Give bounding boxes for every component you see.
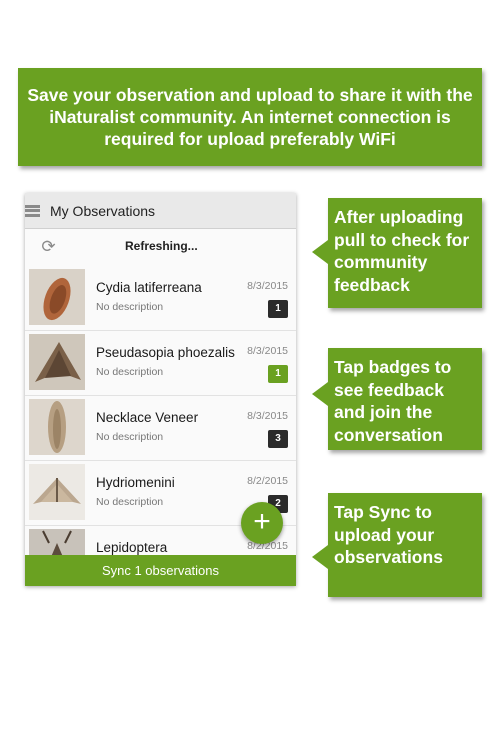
callout-pointer: [312, 382, 328, 406]
observation-name: Necklace Veneer: [96, 410, 199, 425]
callout-pull-to-refresh: After uploading pull to check for commun…: [312, 198, 482, 308]
intro-banner: Save your observation and upload to shar…: [18, 68, 482, 166]
callout-sync: Tap Sync to upload your observations: [312, 493, 482, 597]
observation-row[interactable]: Pseudasopia phoezalis No description 8/3…: [25, 331, 296, 396]
callout-pointer: [312, 240, 328, 264]
callout-text: Tap Sync to upload your observations: [334, 502, 443, 567]
feedback-badge[interactable]: 3: [268, 430, 288, 448]
refresh-icon: ⟳: [41, 237, 56, 256]
callout-text: After uploading pull to check for commun…: [334, 207, 470, 295]
observation-date: 8/2/2015: [247, 475, 288, 487]
observation-description: No description: [96, 366, 164, 378]
observation-date: 8/3/2015: [247, 410, 288, 422]
observation-row[interactable]: Necklace Veneer No description 8/3/2015 …: [25, 396, 296, 461]
feedback-badge[interactable]: 1: [268, 365, 288, 383]
sync-button[interactable]: Sync 1 observations: [25, 555, 296, 586]
observation-date: 8/3/2015: [247, 345, 288, 357]
observation-description: No description: [96, 301, 164, 313]
callout-badges: Tap badges to see feedback and join the …: [312, 348, 482, 450]
hamburger-menu-icon[interactable]: [25, 201, 40, 221]
observation-name: Lepidoptera: [96, 540, 168, 555]
page-title: My Observations: [50, 202, 156, 219]
refresh-row: ⟳ Refreshing...: [25, 229, 296, 263]
callout-text: Tap badges to see feedback and join the …: [334, 357, 452, 445]
app-bar: My Observations: [25, 193, 296, 229]
observation-row[interactable]: Cydia latiferreana No description 8/3/20…: [25, 266, 296, 331]
observation-thumbnail: [29, 334, 85, 390]
observation-name: Cydia latiferreana: [96, 280, 202, 295]
observation-thumbnail: [29, 399, 85, 455]
add-observation-button[interactable]: +: [241, 502, 283, 544]
refresh-status: Refreshing...: [125, 239, 198, 253]
observation-name: Pseudasopia phoezalis: [96, 345, 235, 360]
intro-banner-text: Save your observation and upload to shar…: [27, 85, 473, 149]
feedback-badge[interactable]: 1: [268, 300, 288, 318]
callout-pointer: [312, 545, 328, 569]
observation-description: No description: [96, 431, 164, 443]
observation-description: No description: [96, 496, 164, 508]
phone-screen: My Observations ⟳ Refreshing... Cydia la…: [25, 193, 296, 586]
observation-name: Hydriomenini: [96, 475, 175, 490]
observation-thumbnail: [29, 269, 85, 325]
observation-date: 8/3/2015: [247, 280, 288, 292]
observation-thumbnail: [29, 464, 85, 520]
